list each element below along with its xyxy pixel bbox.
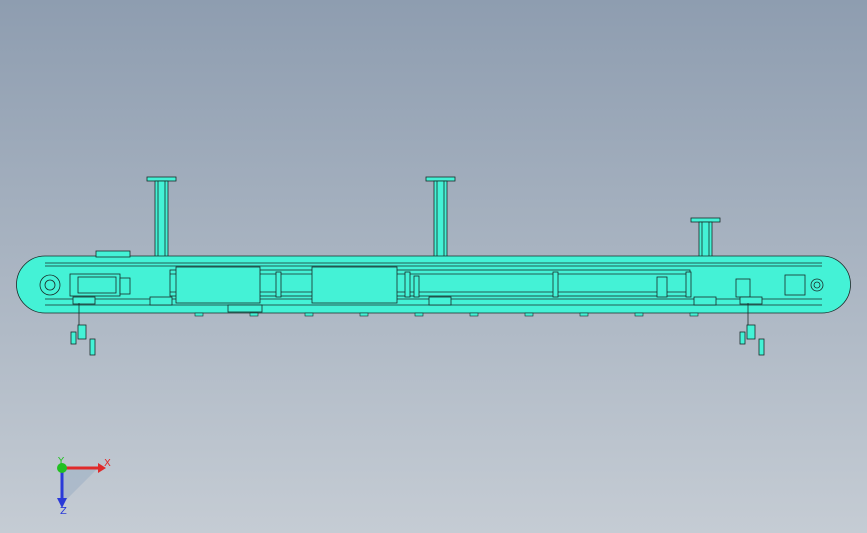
- conveyor-model[interactable]: [0, 0, 867, 533]
- panel-center: [311, 266, 398, 304]
- z-axis-label: Z: [60, 506, 67, 517]
- panel-left: [175, 266, 261, 304]
- coordinate-triad: X Y Z: [57, 456, 111, 517]
- graphics-viewport[interactable]: X Y Z: [0, 0, 867, 533]
- x-axis-label: X: [104, 458, 111, 469]
- y-axis-label: Y: [57, 456, 65, 467]
